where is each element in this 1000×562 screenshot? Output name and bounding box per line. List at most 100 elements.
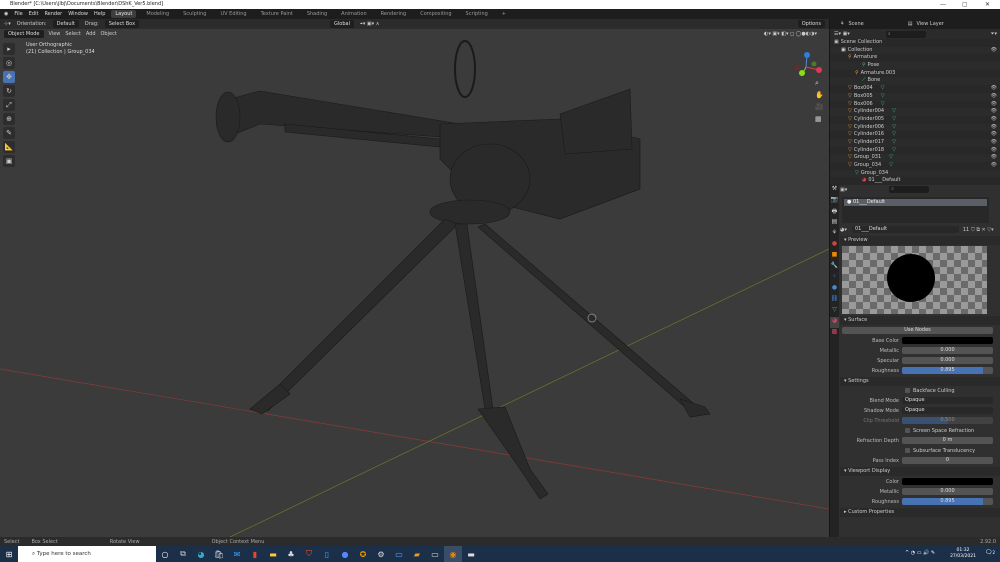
material-slot[interactable]: ● 01___Default [844, 199, 987, 206]
maximize-button[interactable]: ▢ [962, 0, 968, 9]
settings-icon[interactable]: ⚙ [372, 546, 390, 562]
viewport-display-section-header[interactable]: ▾ Viewport Display [840, 467, 1000, 476]
pan-hand-icon[interactable]: ✋ [815, 89, 824, 101]
outliner-row[interactable]: ⚲ Armature [830, 54, 1000, 62]
annotate-tool-icon[interactable]: ✎ [3, 127, 15, 139]
cortana-icon[interactable]: ○ [156, 546, 174, 562]
number-field[interactable]: 0.000 [902, 347, 993, 354]
mail-icon[interactable]: ✉ [228, 546, 246, 562]
zoom-icon[interactable]: ⌕ [815, 77, 824, 89]
move-tool-icon[interactable]: ✥ [3, 71, 15, 83]
render-tab-icon[interactable]: 📷 [830, 196, 839, 207]
menu-add[interactable]: Add [86, 31, 96, 37]
store-icon[interactable]: 🛍 [210, 546, 228, 562]
app4-icon[interactable]: ▰ [408, 546, 426, 562]
visibility-eye-icon[interactable]: 👁 [991, 162, 997, 170]
visibility-eye-icon[interactable]: 👁 [991, 101, 997, 109]
visibility-eye-icon[interactable]: 👁 [991, 147, 997, 155]
visibility-eye-icon[interactable]: 👁 [991, 124, 997, 132]
measure-tool-icon[interactable]: 📐 [3, 141, 15, 153]
tab-shading[interactable]: Shading [303, 10, 331, 18]
menu-view[interactable]: View [49, 31, 61, 37]
transform-tool-icon[interactable]: ⊕ [3, 113, 15, 125]
color-swatch[interactable] [902, 478, 993, 485]
shading-mode-icons[interactable]: ◐▾ ▣▾ ◧▾ ◻ ◯●◐◑▾ [764, 31, 817, 37]
use-nodes-button[interactable]: Use Nodes [842, 327, 993, 334]
add-cube-tool-icon[interactable]: ▣ [3, 155, 15, 167]
properties-type-icon[interactable]: ▣▾ [840, 187, 847, 193]
outliner-row[interactable]: ◕ 01___Default [830, 177, 1000, 185]
app2-icon[interactable]: ✪ [354, 546, 372, 562]
task-view-icon[interactable]: ⧉ [174, 546, 192, 562]
texture-tab-icon[interactable]: ▩ [830, 328, 839, 339]
transform-pivot-icon[interactable]: ⊹▾ [4, 21, 11, 27]
custom-properties-section-header[interactable]: ▸ Custom Properties [840, 508, 1000, 517]
outliner-row[interactable]: ▽ Group_034 [830, 169, 1000, 178]
tab-rendering[interactable]: Rendering [377, 10, 411, 18]
outliner-row[interactable]: ▽ Cylinder016 ▽ 👁 [830, 131, 1000, 139]
shadow-mode-dropdown[interactable]: Opaque [902, 407, 993, 414]
tab-uv-editing[interactable]: UV Editing [216, 10, 250, 18]
refraction-depth-field[interactable]: 0 m [902, 437, 993, 444]
close-button[interactable]: ✕ [985, 0, 990, 9]
view-layer-tab-icon[interactable]: ▤ [830, 218, 839, 229]
windows-start-icon[interactable]: ⊞ [0, 546, 18, 562]
tab-sculpting[interactable]: Sculpting [179, 10, 210, 18]
scene-selector[interactable]: Scene [848, 21, 863, 27]
blend-mode-dropdown[interactable]: Opaque [902, 397, 993, 404]
visibility-eye-icon[interactable]: 👁 [991, 131, 997, 139]
notifications-icon[interactable]: 🗨2 [985, 549, 995, 556]
view-layer-selector[interactable]: View Layer [916, 21, 943, 27]
visibility-eye-icon[interactable]: 👁 [991, 85, 997, 93]
pass-index-field[interactable]: 0 [902, 457, 993, 464]
minimize-button[interactable]: — [940, 0, 946, 9]
app6-icon[interactable]: ▬ [462, 546, 480, 562]
menu-help[interactable]: Help [94, 11, 105, 17]
outliner-row[interactable]: ⟋ Bone [830, 77, 1000, 86]
properties-search[interactable]: ⌕ [889, 186, 930, 193]
visibility-eye-icon[interactable]: 👁 [991, 108, 997, 116]
scene-tab-icon[interactable]: ⚘ [830, 229, 839, 240]
material-browse-icon[interactable]: ◕▾ [840, 227, 852, 233]
settings-section-header[interactable]: ▾ Settings [840, 377, 1000, 386]
menu-render[interactable]: Render [44, 11, 62, 17]
number-field[interactable]: 0.000 [902, 357, 993, 364]
visibility-eye-icon[interactable]: 👁 [991, 93, 997, 101]
orientation-dropdown[interactable]: Default [52, 20, 79, 28]
snap-icon[interactable]: ⌖▾ ▣▾ ∧ [360, 21, 379, 27]
options-dropdown[interactable]: Options [797, 20, 825, 28]
modifier-tab-icon[interactable]: 🔧 [830, 262, 839, 273]
surface-section-header[interactable]: ▾ Surface [840, 316, 1000, 325]
clock[interactable]: 01:32 27/03/2021 [950, 548, 976, 560]
outliner-row[interactable]: ▽ Box004 ▽ 👁 [830, 85, 1000, 93]
outliner-search[interactable]: ⌕ [885, 30, 926, 38]
visibility-eye-icon[interactable]: 👁 [991, 116, 997, 124]
3d-viewport[interactable]: Object Mode View Select Add Object ◐▾ ▣▾… [0, 29, 829, 537]
particles-tab-icon[interactable]: ⁘ [830, 273, 839, 284]
cursor-tool-icon[interactable]: ◎ [3, 57, 15, 69]
clip-threshold-field[interactable]: 0.500 [902, 417, 993, 424]
rotate-tool-icon[interactable]: ↻ [3, 85, 15, 97]
mode-dropdown[interactable]: Object Mode [4, 30, 44, 38]
menu-select[interactable]: Select [65, 31, 80, 37]
camera-icon[interactable]: 🎥 [815, 101, 824, 113]
outliner-row[interactable]: ▽ Cylinder017 ▽ 👁 [830, 138, 1000, 147]
visibility-eye-icon[interactable]: 👁 [991, 139, 997, 147]
grid-icon[interactable]: ▦ [815, 113, 824, 125]
edge-icon[interactable]: ◕ [192, 546, 210, 562]
material-name-field[interactable]: 01___Default [852, 226, 959, 233]
tab-compositing[interactable]: Compositing [416, 10, 455, 18]
system-tray-icons[interactable]: ^ ◔ ▭ 🔊 ✎ [905, 550, 935, 556]
scale-tool-icon[interactable]: ⤢ [3, 99, 15, 111]
outliner-row[interactable]: ▽ Cylinder004 ▽ 👁 [830, 108, 1000, 116]
tab-layout[interactable]: Layout [111, 10, 137, 18]
taskbar-search[interactable]: ⌕ Type here to search [18, 546, 156, 562]
document-icon[interactable]: ▯ [318, 546, 336, 562]
preview-section-header[interactable]: ▾ Preview [840, 236, 1000, 245]
add-workspace-button[interactable]: + [498, 10, 510, 18]
globe-icon[interactable]: ● [336, 546, 354, 562]
menu-object[interactable]: Object [101, 31, 117, 37]
world-tab-icon[interactable]: ● [830, 240, 839, 251]
tool-tab-icon[interactable]: ⚒ [830, 185, 839, 196]
tab-modeling[interactable]: Modeling [142, 10, 173, 18]
